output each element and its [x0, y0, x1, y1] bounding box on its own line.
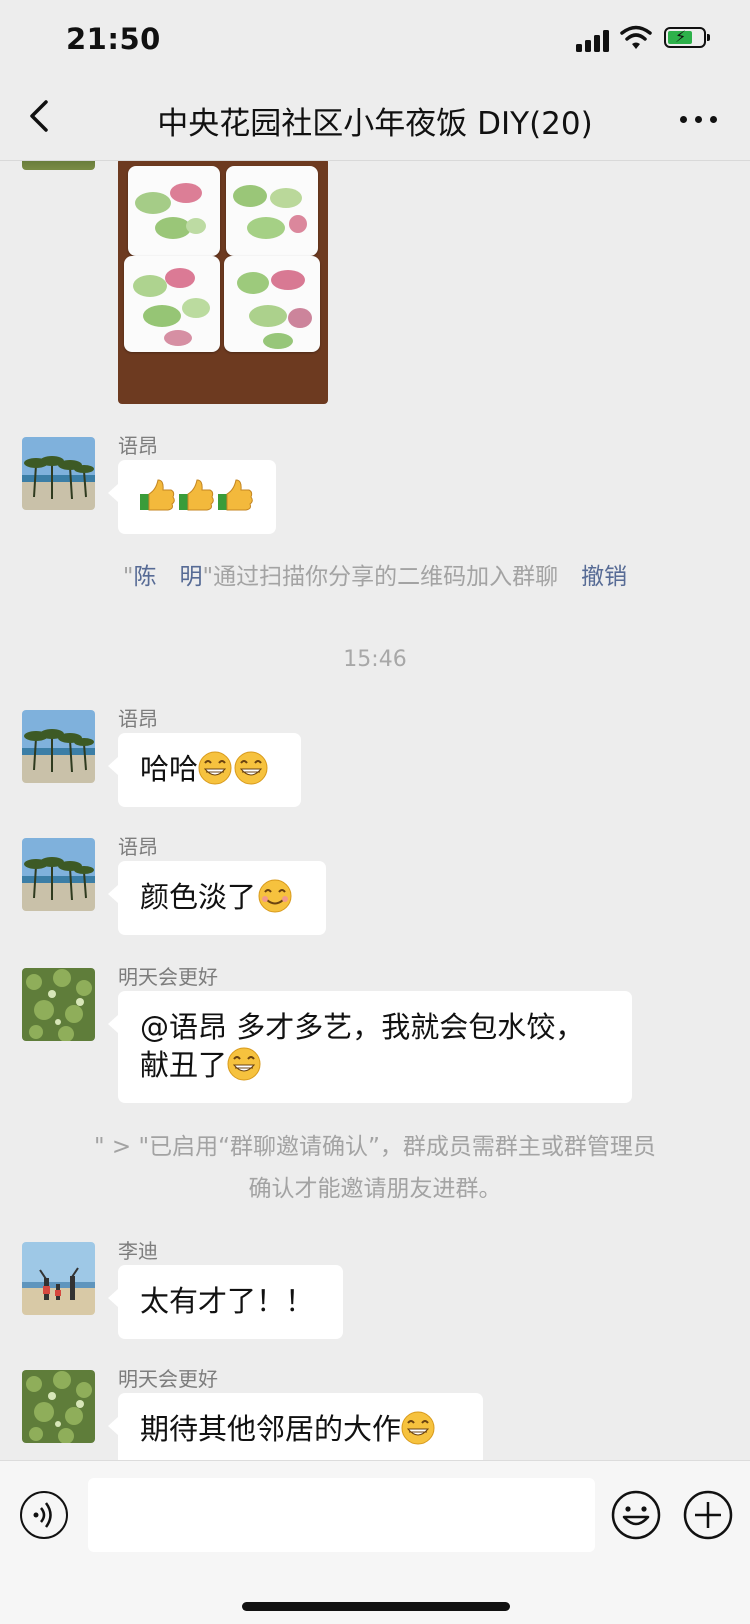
family-beach-avatar: [22, 1242, 95, 1315]
message-text: 颜色淡了: [140, 880, 257, 914]
avatar-yuang[interactable]: [22, 710, 95, 783]
message-bubble[interactable]: 太有才了！！: [108, 1265, 343, 1339]
message-text: 哈哈: [140, 752, 199, 786]
message-text-line1: @语昂 多才多艺，我就会包水饺，: [140, 1010, 585, 1044]
chat-area[interactable]: 语昂 "陈 明"通过扫描你分享的二维码加入群聊 撤销 15:46 语昂 哈哈 语…: [0, 0, 750, 1467]
tree-leaves-avatar: [22, 1370, 95, 1443]
battery-icon: ⚡: [664, 27, 710, 48]
input-bar: [0, 1460, 750, 1624]
sender-name: 李迪: [118, 1239, 158, 1263]
avatar-mingtian[interactable]: [22, 1370, 95, 1443]
message-bubble[interactable]: 哈哈: [108, 733, 301, 807]
tree-leaves-avatar: [22, 968, 95, 1041]
avatar-yuang[interactable]: [22, 437, 95, 510]
avatar-yuang[interactable]: [22, 838, 95, 911]
message-bubble[interactable]: 期待其他邻居的大作: [108, 1393, 483, 1467]
sender-name: 语昂: [118, 835, 158, 859]
emoji-button[interactable]: [610, 1489, 662, 1541]
system-message-invite-confirm: " > "已启用“群聊邀请确认”，群成员需群主或群管理员 确认才能邀请朋友进群。: [94, 1134, 656, 1202]
message-bubble[interactable]: @语昂 多才多艺，我就会包水饺， 献丑了: [108, 991, 632, 1103]
voice-icon: [33, 1502, 52, 1528]
beach-palm-avatar: [22, 838, 95, 911]
message-bubble[interactable]: [108, 460, 276, 534]
undo-link[interactable]: 撤销: [581, 564, 627, 590]
sender-name: 明天会更好: [118, 1367, 218, 1391]
navigation-bar: 21:50 ⚡ 中央花园社区小年夜饭 DIY(20): [0, 0, 750, 161]
smile-emoji: [258, 879, 292, 913]
more-dots-icon[interactable]: [680, 116, 720, 124]
message-input[interactable]: [88, 1478, 595, 1552]
grin-emoji: [234, 751, 268, 785]
dumplings-graphic: [133, 183, 312, 349]
avatar-lidi[interactable]: [22, 1242, 95, 1315]
plus-button[interactable]: [682, 1489, 734, 1541]
charging-icon: ⚡: [675, 27, 687, 46]
grin-emoji: [198, 751, 232, 785]
wifi-icon: [620, 25, 652, 49]
voice-button[interactable]: [20, 1491, 68, 1539]
grin-emoji: [227, 1047, 261, 1081]
thumbs-up-emoji: [140, 479, 253, 511]
member-name-link[interactable]: 陈 明: [134, 564, 203, 590]
home-indicator[interactable]: [242, 1602, 510, 1611]
message-text-line2: 献丑了: [140, 1048, 228, 1082]
system-message-join: "陈 明"通过扫描你分享的二维码加入群聊 撤销: [122, 564, 628, 590]
grin-emoji: [401, 1411, 435, 1445]
dumplings-photo[interactable]: [118, 158, 328, 404]
chat-title: 中央花园社区小年夜饭 DIY(20): [157, 106, 593, 142]
avatar-mingtian[interactable]: [22, 968, 95, 1041]
message-text: 太有才了！！: [140, 1284, 315, 1318]
beach-palm-avatar: [22, 710, 95, 783]
cellular-signal-icon: [576, 30, 612, 52]
sender-name: 语昂: [118, 707, 158, 731]
message-text: 期待其他邻居的大作: [140, 1412, 402, 1446]
timestamp: 15:46: [343, 647, 407, 672]
beach-palm-avatar: [22, 437, 95, 510]
sender-name: 明天会更好: [118, 965, 218, 989]
status-time: 21:50: [66, 22, 161, 56]
sender-name: 语昂: [118, 434, 158, 458]
message-bubble[interactable]: 颜色淡了: [108, 861, 326, 935]
